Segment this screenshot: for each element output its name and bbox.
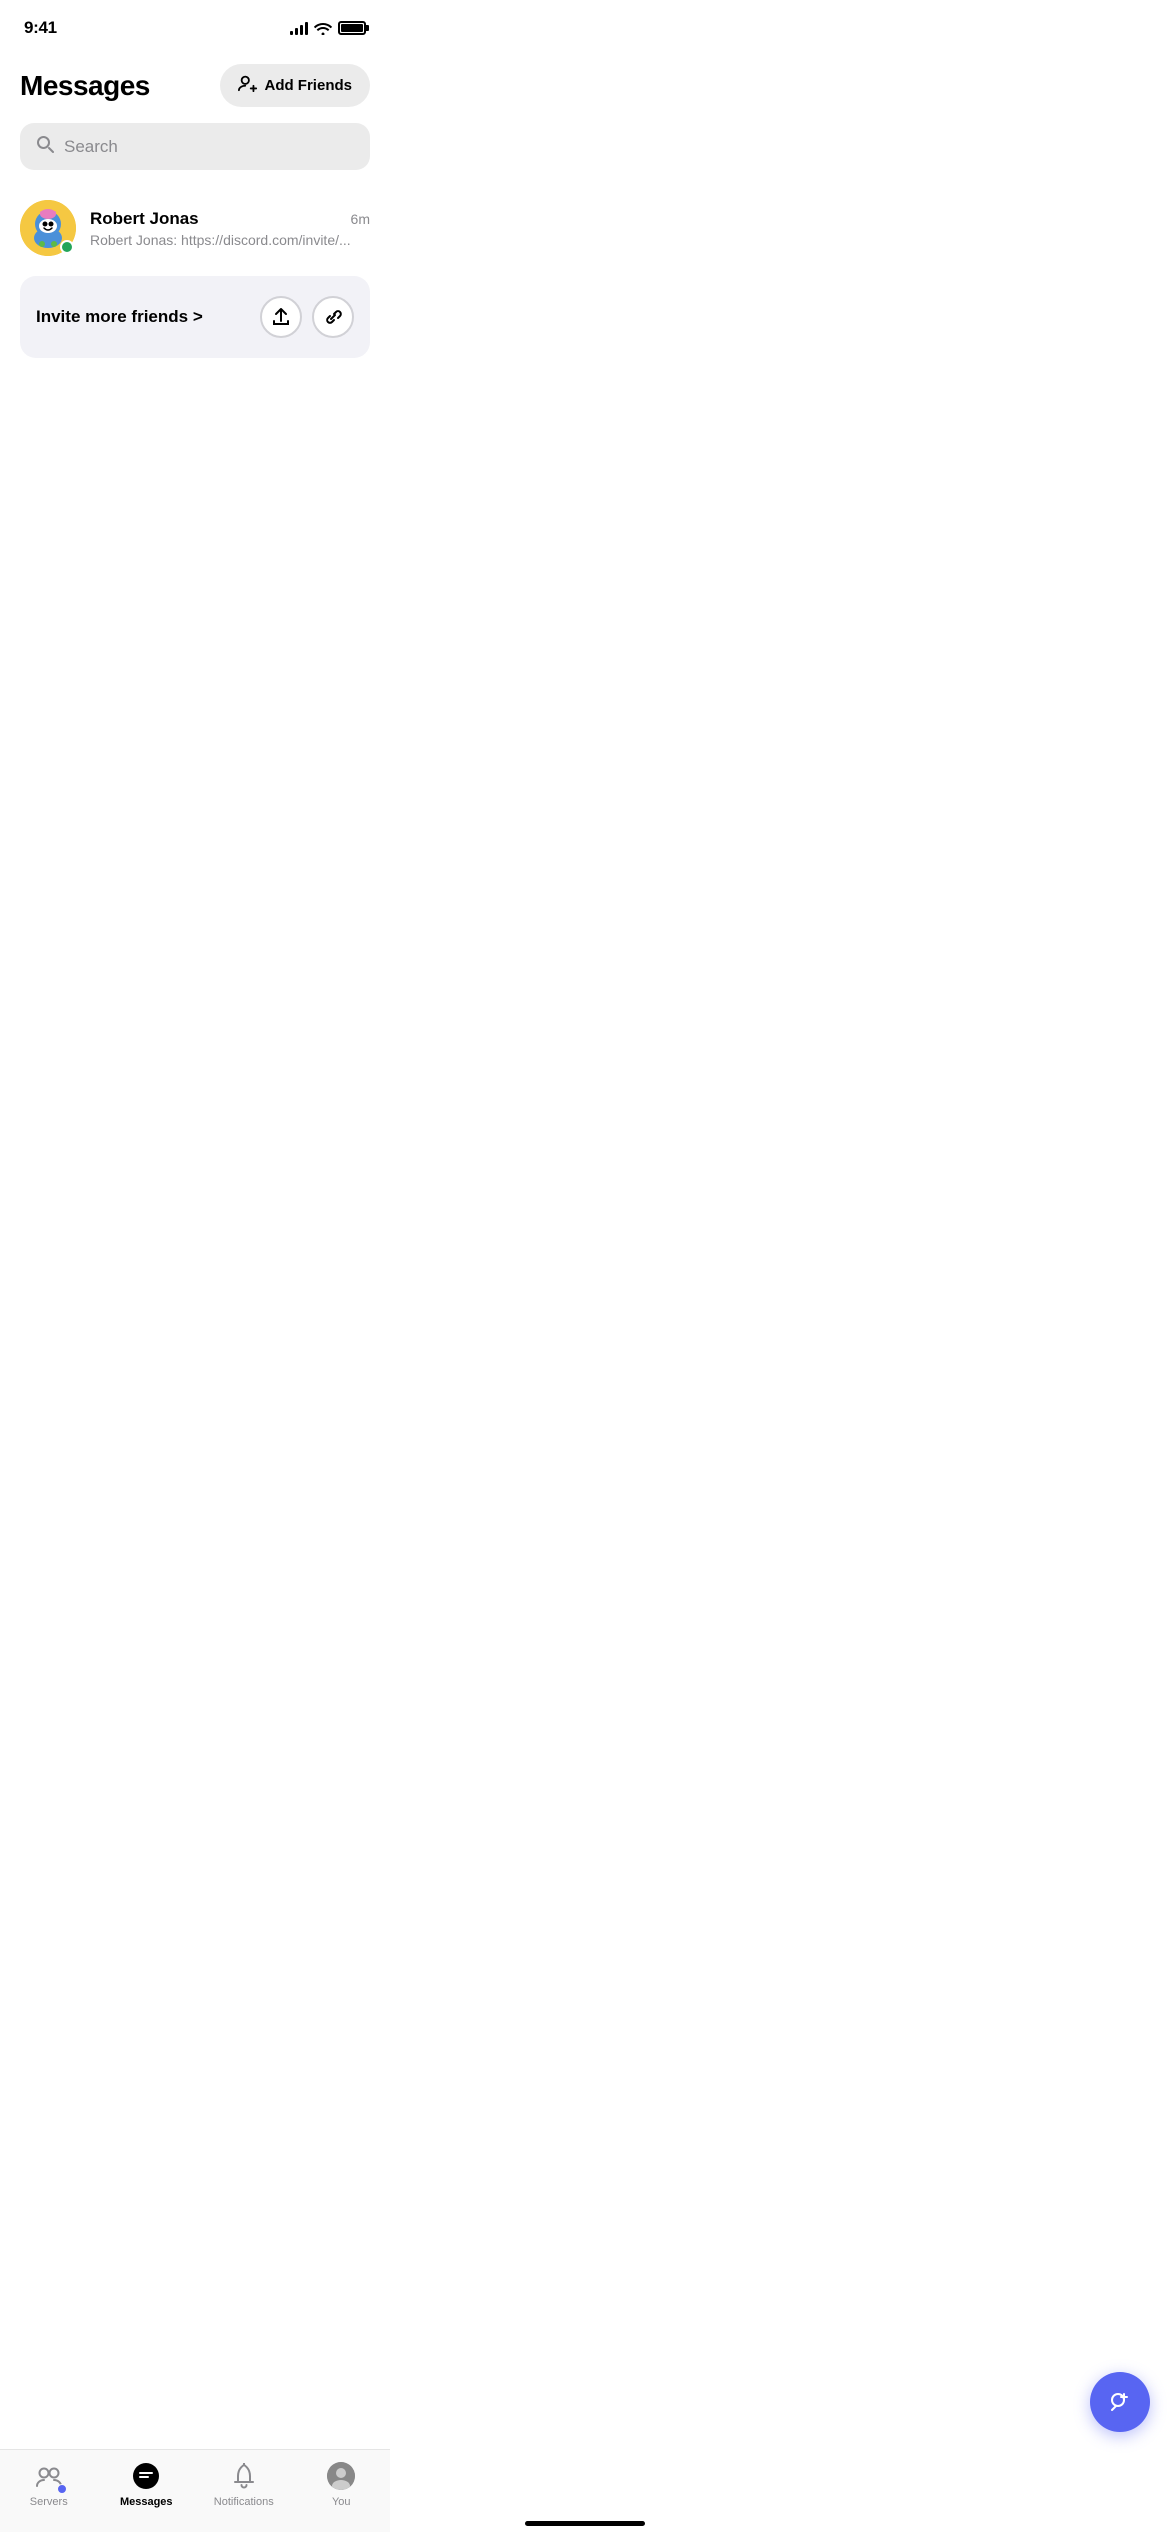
servers-icon (36, 2465, 62, 2487)
messages-icon (132, 2462, 160, 2490)
add-friends-button[interactable]: Add Friends (220, 64, 370, 107)
new-message-fab[interactable] (1090, 2372, 1150, 2432)
status-icons (290, 21, 366, 35)
contact-name: Robert Jonas (90, 209, 199, 229)
nav-item-notifications[interactable]: Notifications (195, 2450, 293, 2512)
status-time: 9:41 (24, 18, 57, 38)
user-avatar (327, 2462, 355, 2490)
you-avatar-image (327, 2462, 355, 2490)
nav-label-messages: Messages (120, 2496, 173, 2508)
add-friends-icon (238, 74, 258, 97)
invite-card[interactable]: Invite more friends > (20, 276, 370, 358)
nav-icon-wrap-you (325, 2460, 357, 2492)
nav-item-messages[interactable]: Messages (98, 2450, 196, 2512)
nav-item-servers[interactable]: Servers (0, 2450, 98, 2512)
message-preview: Robert Jonas: https://discord.com/invite… (90, 232, 370, 248)
page-title: Messages (20, 70, 150, 102)
message-item[interactable]: Robert Jonas 6m Robert Jonas: https://di… (20, 190, 370, 266)
search-icon (36, 135, 54, 158)
fab-container (1090, 2372, 1150, 2432)
avatar-wrap (20, 200, 76, 256)
nav-icon-wrap-servers (33, 2460, 65, 2492)
signal-icon (290, 21, 308, 35)
search-bar[interactable]: Search (20, 123, 370, 170)
link-icon (323, 307, 343, 327)
nav-label-you: You (332, 2496, 351, 2508)
search-container: Search (0, 123, 390, 190)
nav-icon-wrap-messages (130, 2460, 162, 2492)
status-bar: 9:41 (0, 0, 390, 48)
online-status-dot (60, 240, 74, 254)
invite-actions (260, 296, 354, 338)
page-header: Messages Add Friends (0, 48, 390, 123)
share-button[interactable] (260, 296, 302, 338)
share-icon (271, 307, 291, 327)
copy-link-button[interactable] (312, 296, 354, 338)
message-list: Robert Jonas 6m Robert Jonas: https://di… (0, 190, 390, 266)
wifi-icon (314, 21, 332, 35)
message-content: Robert Jonas 6m Robert Jonas: https://di… (90, 209, 370, 248)
search-placeholder: Search (64, 137, 118, 157)
invite-text: Invite more friends > (36, 307, 203, 327)
nav-item-you[interactable]: You (293, 2450, 391, 2512)
bottom-nav: Servers Messages Notifications (0, 2449, 390, 2532)
message-time: 6m (351, 211, 370, 227)
servers-notification-dot (57, 2484, 67, 2494)
message-header-row: Robert Jonas 6m (90, 209, 370, 229)
nav-icon-wrap-notifications (228, 2460, 260, 2492)
home-indicator (525, 2521, 645, 2526)
notifications-icon (233, 2463, 255, 2489)
new-message-icon (1108, 2390, 1132, 2414)
nav-label-servers: Servers (30, 2496, 68, 2508)
add-friends-label: Add Friends (264, 77, 352, 94)
battery-icon (338, 21, 366, 35)
nav-label-notifications: Notifications (214, 2496, 274, 2508)
